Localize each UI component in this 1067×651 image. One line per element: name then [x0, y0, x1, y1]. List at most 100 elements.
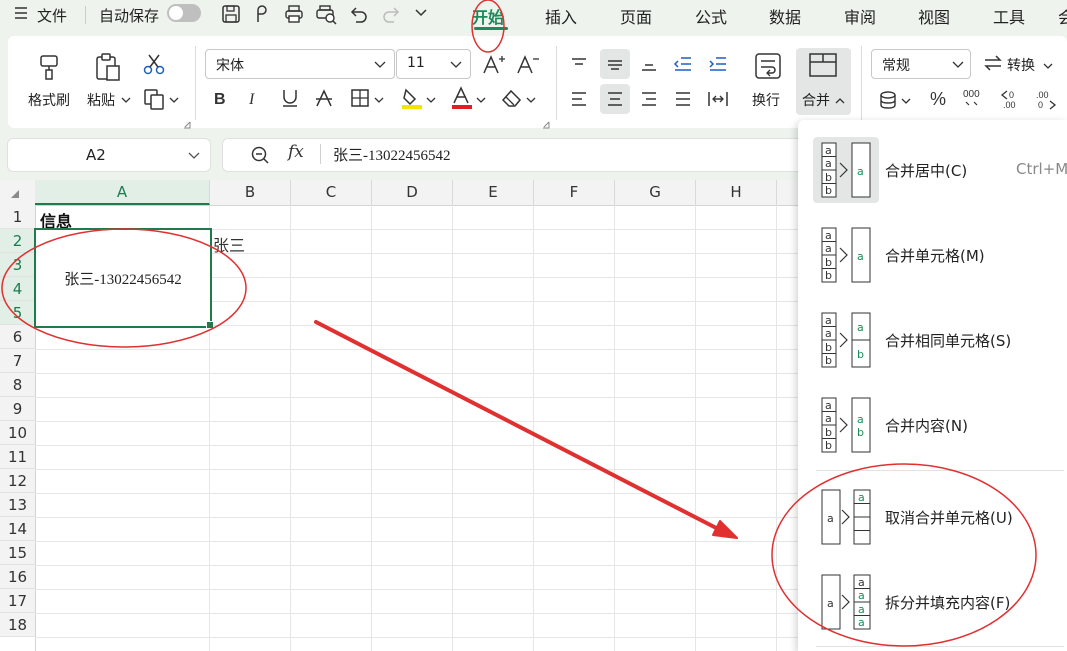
- italic-icon[interactable]: I: [245, 88, 265, 112]
- menu-item-split-fill[interactable]: a a a a a 拆分并填充内容(F): [813, 569, 1067, 635]
- paste-chevron-icon[interactable]: [121, 94, 131, 109]
- tab-member[interactable]: 会: [1058, 4, 1067, 28]
- convert-label[interactable]: 转换: [1007, 55, 1035, 75]
- decrease-indent-icon[interactable]: [670, 51, 696, 77]
- paste-label[interactable]: 粘贴: [87, 90, 115, 110]
- column-header-b[interactable]: B: [210, 180, 291, 205]
- undo-icon[interactable]: [349, 4, 369, 28]
- print-icon[interactable]: [284, 4, 304, 28]
- file-menu[interactable]: 文件: [37, 5, 67, 26]
- autosave-toggle[interactable]: [167, 4, 201, 22]
- currency-icon[interactable]: [878, 90, 898, 114]
- chevron-down-icon[interactable]: [414, 6, 428, 24]
- fill-handle[interactable]: [206, 321, 214, 329]
- font-size-select[interactable]: 11: [396, 49, 471, 79]
- row-header-7[interactable]: 7: [0, 349, 35, 373]
- number-format-select[interactable]: 常规: [871, 49, 971, 79]
- increase-decimal-icon[interactable]: 0.00: [999, 88, 1025, 114]
- copy-icon[interactable]: [143, 88, 167, 114]
- increase-indent-icon[interactable]: [705, 51, 731, 77]
- row-header-6[interactable]: 6: [0, 325, 35, 349]
- thousands-icon[interactable]: 000: [962, 88, 988, 114]
- font-color-chevron-icon[interactable]: [476, 94, 486, 109]
- wrap-text-label[interactable]: 换行: [752, 90, 780, 110]
- row-header-12[interactable]: 12: [0, 469, 35, 493]
- bold-icon[interactable]: B: [211, 88, 231, 112]
- column-header-a[interactable]: A: [35, 180, 210, 205]
- row-header-5[interactable]: 5: [0, 301, 35, 325]
- row-header-8[interactable]: 8: [0, 373, 35, 397]
- eraser-icon[interactable]: [501, 88, 523, 112]
- row-header-1[interactable]: 1: [0, 205, 35, 229]
- fill-chevron-icon[interactable]: [426, 94, 436, 109]
- row-header-3[interactable]: 3: [0, 253, 35, 277]
- align-middle-icon[interactable]: [600, 49, 630, 79]
- underline-icon[interactable]: [280, 88, 300, 112]
- decrease-font-icon[interactable]: [516, 53, 540, 79]
- row-header-13[interactable]: 13: [0, 493, 35, 517]
- fill-color-icon[interactable]: [400, 86, 424, 114]
- row-header-10[interactable]: 10: [0, 421, 35, 445]
- tab-view[interactable]: 视图: [918, 4, 950, 28]
- column-header-f[interactable]: F: [534, 180, 615, 205]
- row-header-14[interactable]: 14: [0, 517, 35, 541]
- scissors-icon[interactable]: [142, 53, 166, 81]
- column-header-g[interactable]: G: [615, 180, 696, 205]
- convert-icon[interactable]: [982, 53, 1004, 77]
- print-preview-icon[interactable]: [316, 4, 338, 28]
- function-icon[interactable]: fx: [288, 142, 304, 162]
- menu-item-merge-same[interactable]: a a b b a b 合并相同单元格(S): [813, 307, 1067, 373]
- column-header-d[interactable]: D: [372, 180, 453, 205]
- font-name-select[interactable]: 宋体: [205, 49, 395, 79]
- strikethrough-icon[interactable]: [314, 88, 334, 112]
- row-header-15[interactable]: 15: [0, 541, 35, 565]
- clipboard-launcher-icon[interactable]: [183, 118, 191, 133]
- row-header-9[interactable]: 9: [0, 397, 35, 421]
- name-box[interactable]: A2: [7, 138, 211, 172]
- menu-item-merge-content[interactable]: a a b b a b 合并内容(N): [813, 392, 1067, 458]
- select-all-corner[interactable]: [0, 180, 36, 205]
- share-icon[interactable]: [253, 4, 273, 28]
- row-header-11[interactable]: 11: [0, 445, 35, 469]
- currency-chevron-icon[interactable]: [901, 95, 911, 110]
- percent-icon[interactable]: %: [929, 88, 949, 114]
- font-color-icon[interactable]: [450, 86, 474, 114]
- row-header-17[interactable]: 17: [0, 589, 35, 613]
- tab-review[interactable]: 审阅: [844, 4, 876, 28]
- formula-content[interactable]: 张三-13022456542: [333, 144, 451, 165]
- align-center-icon[interactable]: [600, 84, 630, 114]
- decrease-decimal-icon[interactable]: .00 0: [1034, 88, 1060, 114]
- tab-home[interactable]: 开始: [472, 4, 504, 28]
- wrap-text-icon[interactable]: [754, 52, 782, 84]
- tab-tools[interactable]: 工具: [993, 4, 1025, 28]
- copy-chevron-icon[interactable]: [169, 94, 179, 109]
- border-icon[interactable]: [350, 88, 370, 112]
- increase-font-icon[interactable]: [482, 53, 506, 79]
- distributed-align-icon[interactable]: [705, 86, 731, 112]
- row-header-4[interactable]: 4: [0, 277, 35, 301]
- tab-data[interactable]: 数据: [769, 4, 801, 28]
- redo-icon[interactable]: [381, 4, 401, 28]
- column-header-h[interactable]: H: [696, 180, 777, 205]
- menu-item-unmerge[interactable]: a a 取消合并单元格(U): [813, 484, 1067, 550]
- row-header-16[interactable]: 16: [0, 565, 35, 589]
- zoom-search-icon[interactable]: [250, 145, 270, 169]
- tab-page[interactable]: 页面: [620, 4, 652, 28]
- align-bottom-icon[interactable]: [636, 51, 662, 77]
- justify-icon[interactable]: [670, 86, 696, 112]
- hamburger-icon[interactable]: [14, 5, 28, 25]
- convert-chevron-icon[interactable]: [1043, 60, 1053, 75]
- menu-item-merge-cells[interactable]: a a b b a 合并单元格(M): [813, 222, 1067, 288]
- column-header-c[interactable]: C: [291, 180, 372, 205]
- menu-item-merge-center[interactable]: a a b b a 合并居中(C) Ctrl+M: [813, 137, 1067, 203]
- eraser-chevron-icon[interactable]: [526, 94, 536, 109]
- align-left-icon[interactable]: [566, 86, 592, 112]
- cell-b2[interactable]: 张三: [213, 232, 245, 256]
- column-header-e[interactable]: E: [453, 180, 534, 205]
- align-top-icon[interactable]: [566, 51, 592, 77]
- tab-insert[interactable]: 插入: [545, 4, 577, 28]
- format-painter-icon[interactable]: [35, 52, 65, 86]
- tab-formula[interactable]: 公式: [695, 4, 727, 28]
- row-header-2[interactable]: 2: [0, 229, 35, 253]
- border-chevron-icon[interactable]: [374, 94, 384, 109]
